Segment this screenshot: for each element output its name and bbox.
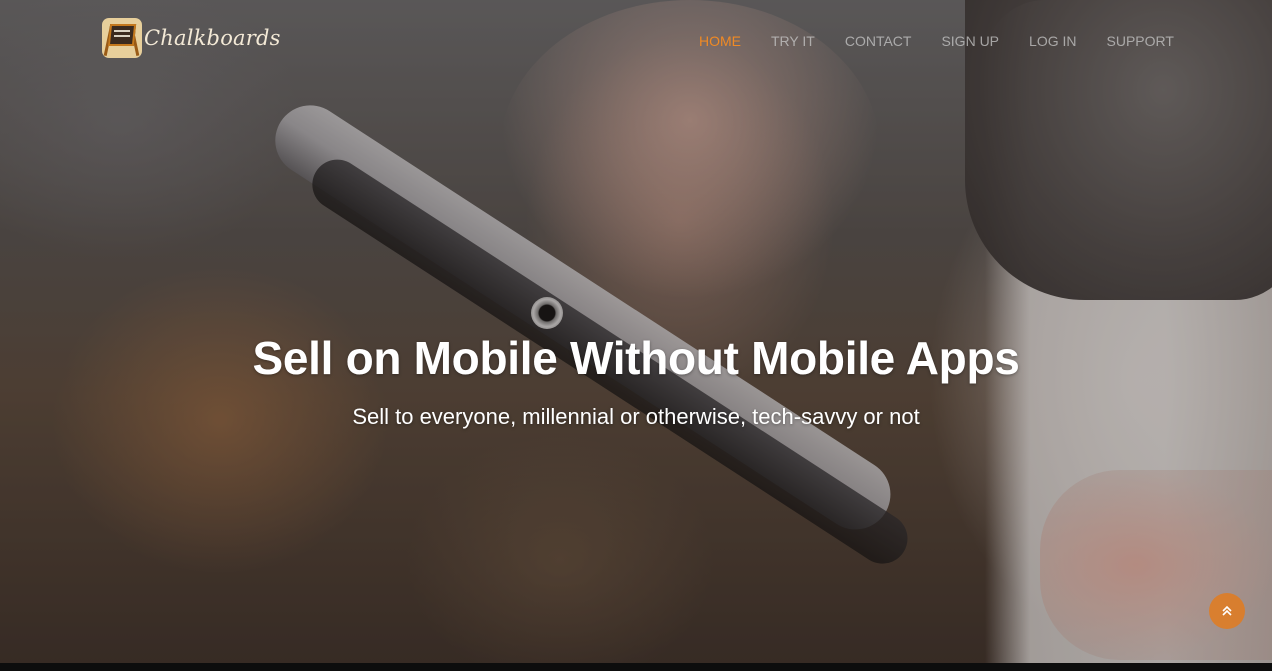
navbar: Chalkboards HOME TRY IT CONTACT SIGN UP … bbox=[0, 0, 1272, 80]
nav-link-contact[interactable]: CONTACT bbox=[845, 31, 912, 51]
logo-chalk-lines bbox=[114, 30, 130, 32]
nav-item-support: SUPPORT bbox=[1107, 31, 1174, 51]
nav-item-log-in: LOG IN bbox=[1029, 31, 1076, 51]
chalkboard-logo-icon bbox=[102, 18, 142, 58]
brand-name: Chalkboards bbox=[144, 26, 281, 50]
logo-board bbox=[107, 24, 137, 46]
nav-item-sign-up: SIGN UP bbox=[941, 31, 999, 51]
scroll-to-top-button[interactable] bbox=[1209, 593, 1245, 629]
nav-link-log-in[interactable]: LOG IN bbox=[1029, 31, 1076, 51]
nav-item-home: HOME bbox=[699, 31, 741, 51]
nav-item-try-it: TRY IT bbox=[771, 31, 815, 51]
nav-item-contact: CONTACT bbox=[845, 31, 912, 51]
hero-subtitle: Sell to everyone, millennial or otherwis… bbox=[352, 404, 920, 429]
nav-link-sign-up[interactable]: SIGN UP bbox=[941, 31, 999, 51]
main-nav: HOME TRY IT CONTACT SIGN UP LOG IN SUPPO… bbox=[699, 31, 1204, 51]
nav-link-try-it[interactable]: TRY IT bbox=[771, 31, 815, 51]
brand-link[interactable]: Chalkboards bbox=[102, 18, 281, 58]
nav-link-support[interactable]: SUPPORT bbox=[1107, 31, 1174, 51]
hero-title: Sell on Mobile Without Mobile Apps bbox=[252, 332, 1020, 384]
page-bottom-edge bbox=[0, 663, 1272, 671]
nav-link-home[interactable]: HOME bbox=[699, 31, 741, 51]
double-chevron-up-icon bbox=[1222, 605, 1232, 616]
hero-headline: Sell on Mobile Without Mobile Apps Sell … bbox=[0, 331, 1272, 430]
